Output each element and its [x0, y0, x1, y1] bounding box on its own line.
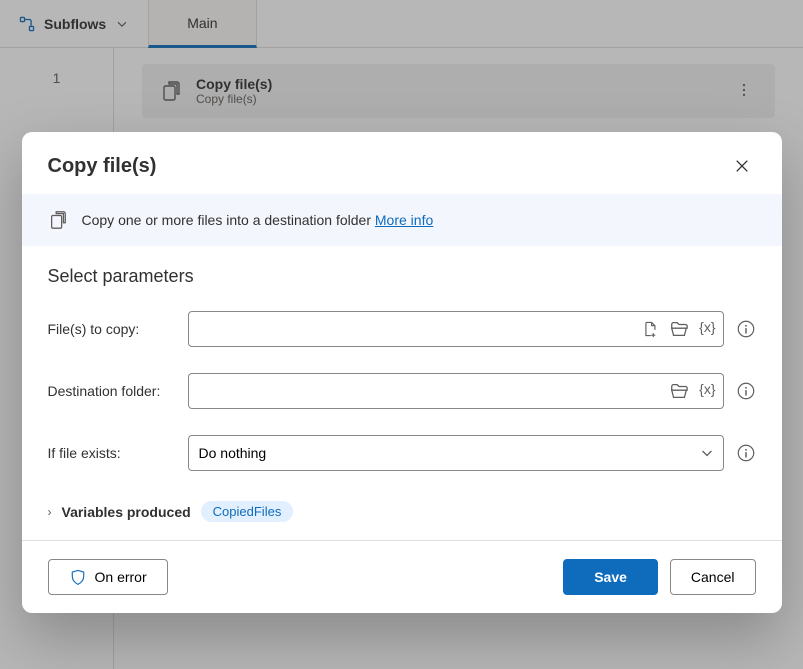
variable-chip-copiedfiles[interactable]: CopiedFiles — [201, 501, 294, 522]
on-error-label: On error — [95, 569, 147, 585]
exists-select[interactable]: Do nothing — [188, 435, 724, 471]
close-icon — [733, 157, 751, 175]
folder-open-icon[interactable] — [669, 381, 689, 401]
more-info-link[interactable]: More info — [375, 212, 433, 228]
files-input-wrap: {x} — [188, 311, 724, 347]
variable-picker-icon[interactable]: {x} — [699, 381, 715, 401]
copy-icon — [48, 210, 68, 230]
modal-footer: On error Save Cancel — [22, 540, 782, 613]
field-destination-folder: Destination folder: {x} — [48, 373, 756, 409]
modal-body: Select parameters File(s) to copy: {x} D… — [22, 246, 782, 540]
exists-selected-value: Do nothing — [199, 445, 267, 461]
save-button[interactable]: Save — [563, 559, 658, 595]
close-button[interactable] — [728, 152, 756, 180]
info-text-wrap: Copy one or more files into a destinatio… — [82, 212, 434, 228]
info-icon — [736, 443, 756, 463]
dest-input-wrap: {x} — [188, 373, 724, 409]
files-info-button[interactable] — [736, 319, 756, 339]
modal-title: Copy file(s) — [48, 155, 728, 178]
dest-label: Destination folder: — [48, 383, 176, 399]
exists-info-button[interactable] — [736, 443, 756, 463]
modal-overlay: Copy file(s) Copy one or more files into… — [0, 0, 803, 669]
section-title: Select parameters — [48, 266, 756, 287]
vars-label: Variables produced — [62, 504, 191, 520]
on-error-button[interactable]: On error — [48, 559, 168, 595]
variable-picker-icon[interactable]: {x} — [699, 319, 715, 339]
field-files-to-copy: File(s) to copy: {x} — [48, 311, 756, 347]
vars-expand-caret[interactable]: › — [48, 505, 52, 519]
exists-select-wrap: Do nothing — [188, 435, 724, 471]
exists-label: If file exists: — [48, 445, 176, 461]
info-band: Copy one or more files into a destinatio… — [22, 194, 782, 246]
folder-open-icon[interactable] — [669, 319, 689, 339]
dest-info-button[interactable] — [736, 381, 756, 401]
save-label: Save — [594, 569, 627, 585]
info-text: Copy one or more files into a destinatio… — [82, 212, 375, 228]
cancel-button[interactable]: Cancel — [670, 559, 756, 595]
info-icon — [736, 381, 756, 401]
copy-files-modal: Copy file(s) Copy one or more files into… — [22, 132, 782, 613]
field-if-exists: If file exists: Do nothing — [48, 435, 756, 471]
modal-header: Copy file(s) — [22, 132, 782, 194]
files-label: File(s) to copy: — [48, 321, 176, 337]
info-icon — [736, 319, 756, 339]
cancel-label: Cancel — [691, 569, 735, 585]
files-inset-icons: {x} — [641, 319, 715, 339]
dest-input[interactable] — [188, 373, 724, 409]
dest-inset-icons: {x} — [669, 381, 715, 401]
shield-icon — [69, 568, 87, 586]
file-add-icon[interactable] — [641, 319, 659, 339]
variables-produced-row: › Variables produced CopiedFiles — [48, 497, 756, 522]
